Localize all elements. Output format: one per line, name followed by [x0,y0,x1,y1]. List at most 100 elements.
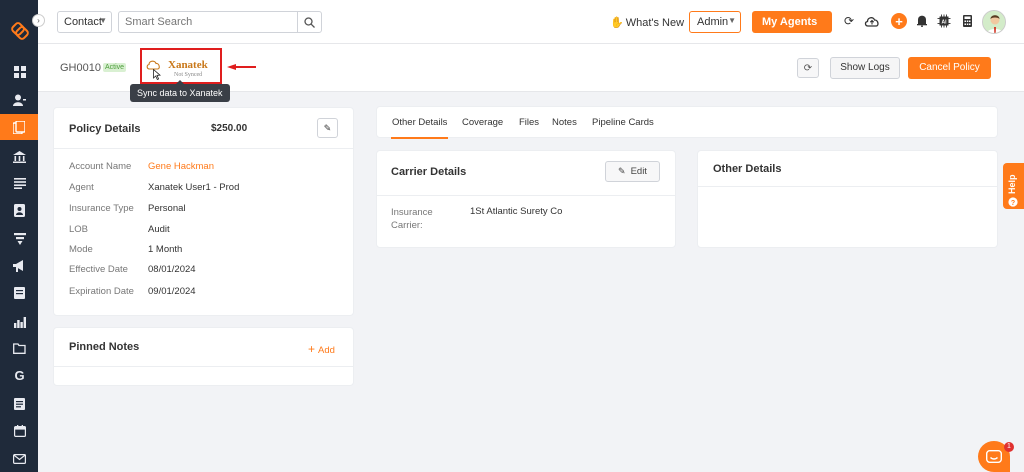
add-icon[interactable]: + [891,13,907,29]
plus-icon: + [308,342,316,356]
divider [54,366,353,367]
chat-icon [986,450,1002,463]
account-name-link[interactable]: Gene Hackman [148,161,214,172]
policy-id: GH0010 [60,62,101,74]
chevron-down-icon: ▼ [765,32,772,39]
tab-coverage[interactable]: Coverage [462,117,503,128]
tab-pipeline-cards[interactable]: Pipeline Cards [592,117,654,128]
question-icon: ? [1008,197,1018,207]
search-icon [304,16,315,28]
folder-icon[interactable] [12,341,27,356]
help-tab[interactable]: Help ? [1003,163,1024,209]
mail-icon[interactable] [12,451,27,466]
policy-details-title: Policy Details [69,123,141,135]
role-select[interactable]: Admin ▼ [689,11,741,33]
contact-type-select[interactable]: Contact ▼ [57,11,112,33]
refresh-policy-button[interactable]: ⟳ [797,58,819,78]
xanatek-sync-button[interactable]: Xanatek Not Synced [140,48,222,84]
edit-policy-button[interactable]: ✎ [317,118,338,138]
policy-premium: $250.00 [211,123,248,134]
chevron-down-icon: ▼ [728,16,736,25]
contact-type-select-value: Contact [64,16,102,28]
detail-label: Insurance Type [69,203,134,214]
tab-notes[interactable]: Notes [552,117,577,128]
policies-icon[interactable] [0,114,38,140]
calculator-icon[interactable] [959,13,975,29]
detail-value: Personal [148,203,186,214]
whats-new-link[interactable]: ✋ What's New [610,16,684,29]
chevron-down-icon: ▼ [99,16,107,25]
add-note-label: Add [318,345,335,356]
detail-label: LOB [69,224,89,235]
my-agents-label: My Agents [762,16,818,28]
edit-carrier-button[interactable]: ✎ Edit [605,161,660,182]
edit-label: Edit [630,166,647,177]
detail-label: Effective Date [69,264,128,275]
cancel-policy-button[interactable]: Cancel Policy [908,57,991,79]
forms-icon[interactable] [12,396,27,411]
divider [377,195,675,196]
status-badge: Active [103,63,127,72]
other-details-card: Other Details [697,150,998,248]
policy-tabs: Other Details Coverage Files Notes Pipel… [376,106,998,139]
detail-value: Audit [148,224,170,235]
svg-text:AI: AI [942,19,948,25]
documents-icon[interactable] [12,285,27,300]
xanatek-logo-text: Xanatek [168,59,208,71]
user-avatar[interactable] [982,10,1006,34]
sidebar-collapse-button[interactable]: › [32,14,45,27]
divider [54,148,353,149]
calendar-icon[interactable] [12,423,27,438]
pencil-icon: ✎ [618,166,626,176]
show-logs-button[interactable]: Show Logs [830,57,900,79]
detail-value: 1 Month [148,244,183,255]
detail-label: Expiration Date [69,286,134,297]
detail-value: Xanatek User1 - Prod [148,182,240,193]
tab-other-details[interactable]: Other Details [392,117,447,128]
search-button[interactable] [297,11,322,33]
dashboard-icon[interactable] [12,64,27,79]
carrier-details-title: Carrier Details [391,166,467,178]
divider [698,186,997,187]
sidebar: G [0,0,38,472]
app-logo-icon[interactable] [9,20,31,42]
refresh-icon: ⟳ [803,62,813,74]
detail-value: 08/01/2024 [148,264,196,275]
google-icon[interactable]: G [12,368,27,383]
whats-new-label: What's New [625,17,685,29]
contact-card-icon[interactable] [12,203,27,218]
bell-icon[interactable] [914,13,930,29]
cloud-sync-icon[interactable] [864,13,880,29]
list-icon[interactable] [12,176,27,191]
topbar: Contact ▼ ✋What's New Admin ▼ My Agents … [38,0,1024,44]
chat-notification-badge: 1 [1004,442,1014,452]
my-agents-button[interactable]: My Agents ▼ [752,11,832,39]
contacts-icon[interactable] [12,92,27,107]
hand-wave-icon: ✋ [610,17,624,29]
role-select-value: Admin [697,16,729,28]
sync-tooltip: Sync data to Xanatek [130,80,230,102]
detail-label: Account Name [69,161,132,172]
other-details-title: Other Details [713,163,782,175]
tab-files[interactable]: Files [519,117,539,128]
detail-label: Mode [69,244,93,255]
carrier-details-card: Carrier Details ✎ Edit Insurance Carrier:… [376,150,676,248]
ai-chip-icon[interactable]: AI [936,13,952,29]
campaigns-icon[interactable] [12,258,27,273]
pinned-notes-card: Pinned Notes + Add [53,327,354,386]
xanatek-sync-status: Not Synced [174,72,203,78]
detail-label: Agent [69,182,94,193]
pinned-notes-title: Pinned Notes [69,341,140,353]
refresh-icon[interactable]: ⟳ [841,13,857,29]
carriers-icon[interactable] [12,149,27,164]
reports-icon[interactable] [12,314,27,329]
filter-icon[interactable] [12,231,27,246]
policy-details-card: Policy Details $250.00 ✎ Account Name Ge… [53,107,354,316]
help-label: Help [1007,174,1017,194]
smart-search-input[interactable] [118,11,298,33]
active-tab-indicator [391,137,448,139]
insurance-carrier-label: Insurance Carrier: [391,207,433,231]
policy-header: GH0010 Active Xanatek Not Synced Sync da… [38,44,1024,102]
pencil-icon: ✎ [323,122,332,133]
add-note-button[interactable]: + Add [308,342,335,356]
